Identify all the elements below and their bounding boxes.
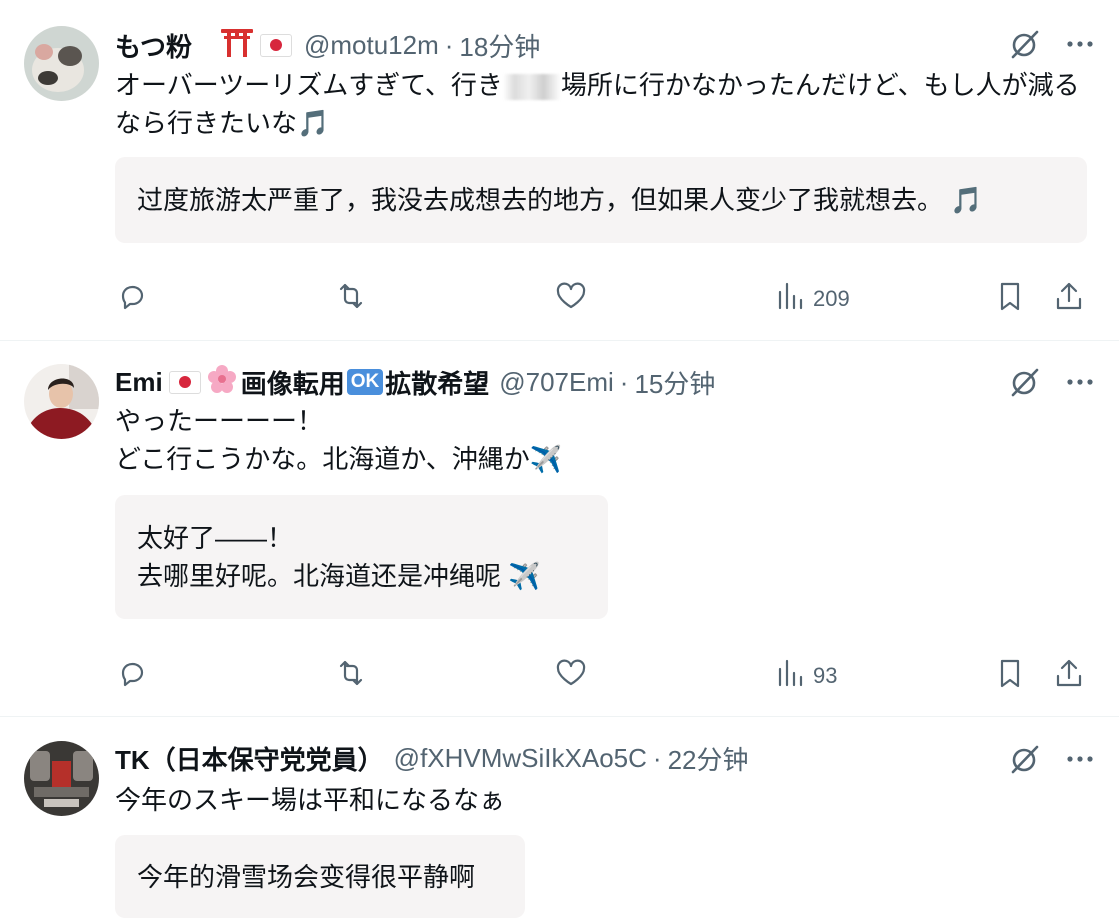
tweet-top-actions bbox=[1009, 743, 1095, 780]
views-button[interactable]: 93 bbox=[775, 656, 837, 696]
retweet-icon bbox=[333, 279, 369, 319]
tweet-header: TK（日本保守党党員） @fXHVMwSiIkXAo5C · 22分钟 bbox=[115, 740, 749, 776]
translation-box: 过度旅游太严重了，我没去成想去的地方，但如果人变少了我就想去。 🎵 bbox=[115, 157, 1087, 243]
timestamp[interactable]: 18分钟 bbox=[459, 27, 540, 64]
tweet-3[interactable]: TK（日本保守党党員） @fXHVMwSiIkXAo5C · 22分钟 今年のス… bbox=[0, 717, 1119, 922]
separator: · bbox=[619, 366, 629, 397]
reply-icon bbox=[115, 279, 149, 319]
translation-box: 今年的滑雪场会变得很平静啊 bbox=[115, 835, 525, 918]
display-name[interactable]: TK（日本保守党党員） bbox=[115, 740, 384, 777]
views-count: 209 bbox=[813, 286, 850, 311]
display-name-suffix[interactable]: 画像転用 bbox=[241, 364, 345, 401]
tweet-header: もつ粉 @motu12m · 18分钟 bbox=[115, 27, 540, 63]
tweet-actions: 209 bbox=[115, 279, 1087, 319]
share-button[interactable] bbox=[1053, 279, 1085, 319]
blurred-text bbox=[502, 74, 561, 101]
like-button[interactable] bbox=[553, 279, 589, 319]
bookmark-button[interactable] bbox=[995, 279, 1025, 319]
grok-slash-icon[interactable] bbox=[1009, 743, 1041, 780]
views-bar-icon bbox=[775, 280, 805, 318]
ok-badge: OK bbox=[346, 369, 384, 395]
translation-text: 今年的滑雪场会变得很平静啊 bbox=[137, 861, 476, 892]
bookmark-button[interactable] bbox=[995, 656, 1025, 696]
views-count: 93 bbox=[813, 663, 838, 688]
tweet-2[interactable]: Emi 画像転用 OK 拡散希望 @707Emi · 15分钟 やったーーーー！… bbox=[0, 341, 1119, 716]
display-name[interactable]: Emi bbox=[115, 367, 163, 398]
translation-text: 过度旅游太严重了，我没去成想去的地方，但如果人变少了我就想去。 🎵 bbox=[137, 185, 983, 215]
heart-icon bbox=[553, 279, 589, 319]
tweet-1[interactable]: もつ粉 @motu12m · 18分钟 オーバーツーリズムすぎて、行き 場所に行か… bbox=[0, 0, 1119, 340]
user-handle[interactable]: @motu12m bbox=[304, 30, 439, 61]
reply-button[interactable] bbox=[115, 656, 149, 696]
display-name[interactable]: もつ粉 bbox=[115, 27, 192, 64]
translation-text: 太好了——！ 去哪里好呢。北海道还是冲绳呢 ✈️ bbox=[137, 523, 541, 591]
timestamp[interactable]: 15分钟 bbox=[634, 364, 715, 401]
heart-icon bbox=[553, 656, 589, 696]
share-icon bbox=[1053, 279, 1085, 319]
tweet-text-part-1: オーバーツーリズムすぎて、行き bbox=[115, 70, 503, 100]
grok-slash-icon[interactable] bbox=[1009, 366, 1041, 403]
display-name-suffix-2[interactable]: 拡散希望 bbox=[385, 364, 489, 401]
more-dots-icon[interactable] bbox=[1065, 743, 1095, 780]
reply-icon bbox=[115, 656, 149, 696]
share-icon bbox=[1053, 656, 1085, 696]
tweet-top-actions bbox=[1009, 28, 1095, 65]
timestamp[interactable]: 22分钟 bbox=[668, 740, 749, 777]
cherry-blossom-icon bbox=[207, 364, 237, 401]
bookmark-icon bbox=[995, 279, 1025, 319]
reply-button[interactable] bbox=[115, 279, 149, 319]
grok-slash-icon[interactable] bbox=[1009, 28, 1041, 65]
torii-icon bbox=[220, 27, 254, 64]
bookmark-icon bbox=[995, 656, 1025, 696]
retweet-icon bbox=[333, 656, 369, 696]
japan-flag-icon bbox=[168, 370, 201, 394]
tweet-text: やったーーーー！ どこ行こうかな。北海道か、沖縄か✈️ bbox=[115, 406, 563, 474]
translation-box: 太好了——！ 去哪里好呢。北海道还是冲绳呢 ✈️ bbox=[115, 495, 608, 619]
tweet-text: 今年のスキー場は平和になるなぁ bbox=[115, 785, 506, 815]
user-handle[interactable]: @707Emi bbox=[499, 367, 614, 398]
tweet-header: Emi 画像転用 OK 拡散希望 @707Emi · 15分钟 bbox=[115, 364, 715, 400]
avatar[interactable] bbox=[24, 26, 99, 101]
tweet-actions: 93 bbox=[115, 656, 1087, 696]
views-button[interactable]: 209 bbox=[775, 279, 850, 319]
share-button[interactable] bbox=[1053, 656, 1085, 696]
japan-flag-icon bbox=[259, 33, 292, 57]
like-button[interactable] bbox=[553, 656, 589, 696]
retweet-button[interactable] bbox=[333, 656, 369, 696]
views-bar-icon bbox=[775, 657, 805, 695]
avatar[interactable] bbox=[24, 364, 99, 439]
separator: · bbox=[444, 29, 454, 60]
tweet-top-actions bbox=[1009, 366, 1095, 403]
tweet-text: オーバーツーリズムすぎて、行き 場所に行かなかったんだけど、もし人が減るなら行きた… bbox=[115, 66, 1095, 142]
more-dots-icon[interactable] bbox=[1065, 366, 1095, 403]
retweet-button[interactable] bbox=[333, 279, 369, 319]
user-handle[interactable]: @fXHVMwSiIkXAo5C bbox=[394, 743, 647, 774]
more-dots-icon[interactable] bbox=[1065, 28, 1095, 65]
separator: · bbox=[652, 742, 662, 773]
avatar[interactable] bbox=[24, 741, 99, 816]
